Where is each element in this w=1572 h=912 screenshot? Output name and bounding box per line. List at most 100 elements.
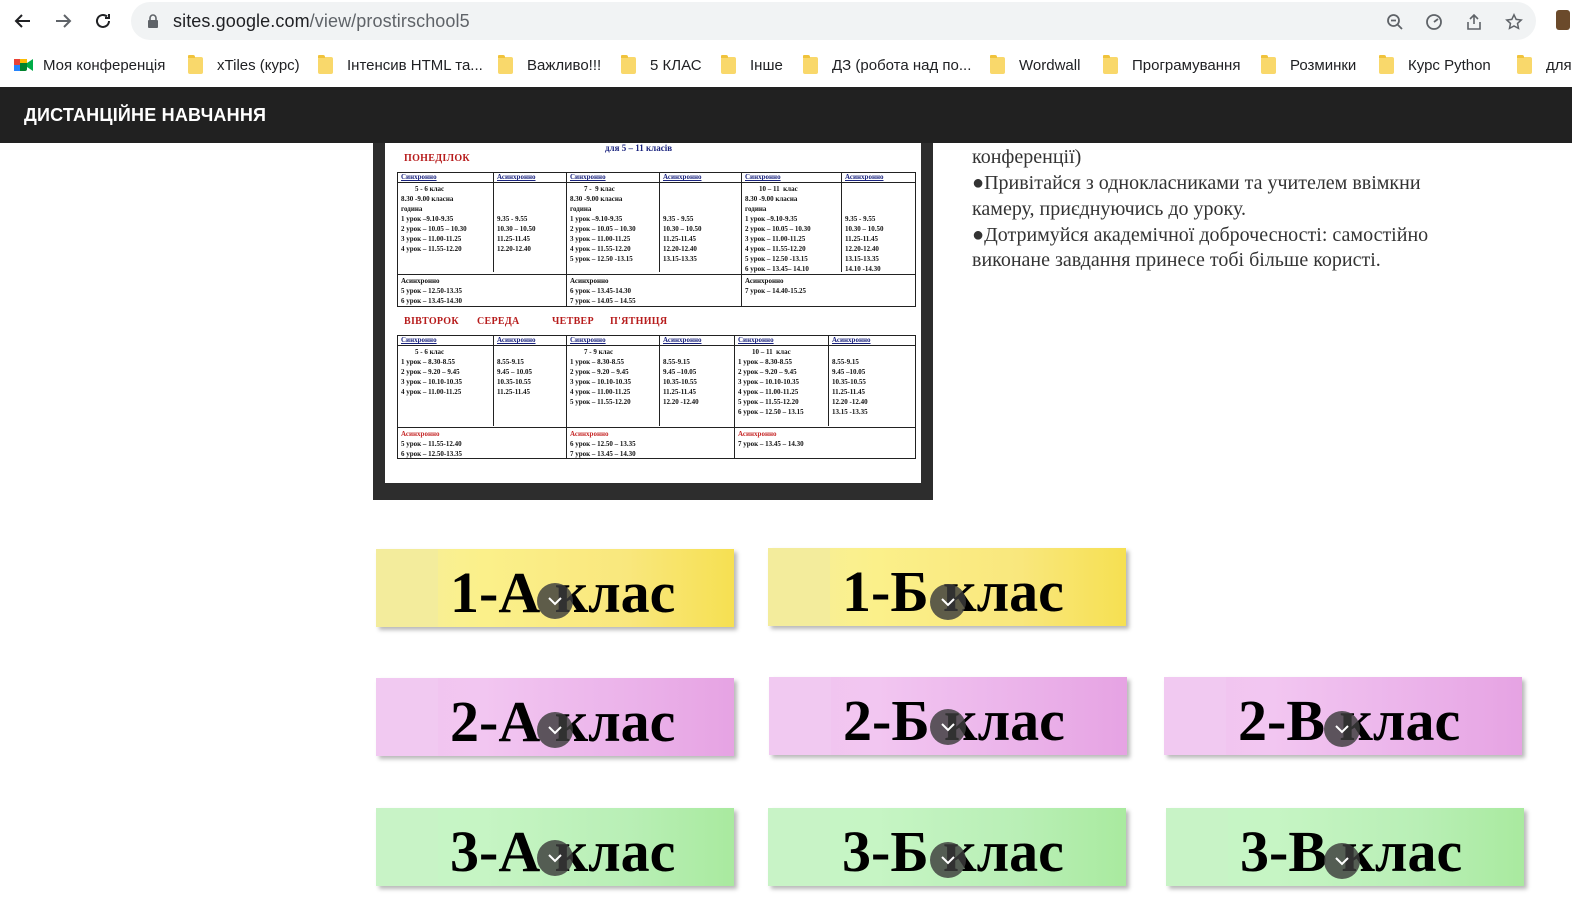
bookmark-folder[interactable]: Програмування: [1103, 54, 1240, 76]
thursday-heading: ЧЕТВЕР: [552, 316, 594, 327]
expand-button[interactable]: [1324, 843, 1360, 879]
bookmark-label: Wordwall: [1019, 56, 1081, 74]
url-host: sites.google.com: [173, 11, 310, 31]
bookmark-label: Інтенсив HTML та...: [347, 56, 483, 74]
intro-line: камеру, приєднуючись до уроку.: [972, 198, 1246, 220]
star-icon[interactable]: [1503, 11, 1525, 33]
folder-icon: [1517, 54, 1532, 74]
chevron-down-icon: [941, 598, 955, 607]
async-header: Асинхронно: [497, 173, 536, 181]
async-header: Асинхронно: [663, 336, 702, 344]
arrow-right-icon: [56, 14, 72, 28]
folder-icon: [803, 54, 818, 74]
tuesday-heading: ВІВТОРОК: [404, 316, 459, 327]
expand-button[interactable]: [1324, 711, 1360, 747]
chevron-down-icon: [548, 597, 562, 606]
forward-button[interactable]: [49, 7, 77, 35]
monday-heading: ПОНЕДІЛОК: [404, 153, 470, 164]
address-bar[interactable]: sites.google.com/view/prostirschool5: [131, 2, 1536, 40]
folder-icon: [621, 54, 636, 74]
folder-icon: [318, 54, 333, 74]
bookmark-folder[interactable]: Важливо!!!: [498, 54, 601, 76]
reload-icon: [96, 13, 110, 28]
schedule-cell: 8.55-9.15 9.45 – 10.05 10.35-10.55 11.25…: [497, 358, 532, 396]
expand-button[interactable]: [537, 840, 573, 876]
zoom-icon[interactable]: [1384, 11, 1406, 33]
bookmark-folder[interactable]: для: [1517, 54, 1572, 76]
url-text: sites.google.com/view/prostirschool5: [173, 11, 470, 32]
extension-icon[interactable]: [1556, 10, 1570, 30]
chevron-down-icon: [1335, 725, 1349, 734]
schedule-cell: 10 – 11 клас 8.30 -9.00 класна година 1 …: [745, 185, 811, 273]
expand-button[interactable]: [930, 709, 966, 745]
sync-header: Синхронно: [738, 336, 774, 344]
folder-icon: [990, 54, 1005, 74]
chevron-down-icon: [941, 723, 955, 732]
bookmark-label: Програмування: [1132, 56, 1241, 74]
url-path: /view/prostirschool5: [309, 11, 470, 31]
bookmark-label: Важливо!!!: [527, 56, 602, 74]
sync-header: Синхронно: [401, 336, 437, 344]
schedule-image: для 5 – 11 класів ПОНЕДІЛОК Синхронно Ас…: [373, 143, 933, 500]
sync-header: Синхронно: [401, 173, 437, 181]
folder-icon: [721, 54, 736, 74]
bookmark-label: xTiles (курс): [217, 56, 300, 74]
async-header: Асинхронно: [663, 173, 702, 181]
friday-heading: П'ЯТНИЦЯ: [610, 316, 668, 327]
expand-button[interactable]: [930, 842, 966, 878]
async-header: Асинхронно: [845, 173, 884, 181]
bookmark-folder[interactable]: xTiles (курс): [188, 54, 300, 76]
intro-line: виконане завдання принесе тобі більше ко…: [972, 249, 1381, 271]
intro-line: конференції): [972, 146, 1082, 168]
schedule-cell: 8.55-9.15 9.45 –10.05 10.35-10.55 11.25-…: [663, 358, 699, 406]
folder-icon: [188, 54, 203, 74]
bookmark-folder[interactable]: 5 КЛАС: [621, 54, 702, 76]
sync-header: Синхронно: [570, 173, 606, 181]
bookmark-label: Інше: [750, 56, 783, 74]
bookmark-label: ДЗ (робота над по...: [832, 56, 972, 74]
bookmark-folder[interactable]: Курс Python: [1379, 54, 1491, 76]
schedule-cell: 7 - 9 клас 8.30 -9.00 класна година 1 ур…: [570, 185, 636, 263]
bookmark-label: Розминки: [1290, 56, 1357, 74]
reload-button[interactable]: [89, 7, 117, 35]
back-button[interactable]: [9, 7, 37, 35]
bookmarks-bar: Моя конференція xTiles (курс) Інтенсив H…: [0, 42, 1572, 87]
bookmark-item[interactable]: Моя конференція: [14, 54, 165, 76]
bookmark-label: Курс Python: [1408, 56, 1491, 74]
arrow-left-icon: [14, 14, 30, 28]
folder-icon: [498, 54, 513, 74]
schedule-cell: 5 урок – 11.55-12.40 6 урок – 12.50-13.3…: [401, 440, 463, 458]
folder-icon: [1103, 54, 1118, 74]
chevron-down-icon: [1335, 857, 1349, 866]
bookmark-folder[interactable]: Розминки: [1261, 54, 1356, 76]
schedule-cell: 9.35 - 9.55 10.30 – 10.50 11.25-11.45 12…: [845, 215, 884, 273]
browser-toolbar: sites.google.com/view/prostirschool5: [0, 0, 1572, 42]
expand-button[interactable]: [930, 584, 966, 620]
chevron-down-icon: [941, 856, 955, 865]
schedule-cell: 5 - 6 клас 8.30 -9.00 класна година 1 ур…: [401, 185, 467, 253]
wednesday-heading: СЕРЕДА: [477, 316, 520, 327]
schedule-cell: 7 урок – 13.45 – 14.30: [738, 440, 804, 448]
schedule-cell: 8.55-9.15 9.45 –10.05 10.35-10.55 11.25-…: [832, 358, 868, 416]
sync-header: Синхронно: [570, 336, 606, 344]
expand-button[interactable]: [537, 583, 573, 619]
schedule-cell: Асинхронно 5 урок – 12.50-13.35 6 урок –…: [401, 277, 463, 305]
bookmark-label: для: [1546, 56, 1572, 74]
folder-icon: [1379, 54, 1394, 74]
bookmark-label: Моя конференція: [43, 56, 166, 74]
chevron-down-icon: [548, 726, 562, 735]
bookmark-folder[interactable]: Інше: [721, 54, 783, 76]
intro-line: ●Привітайся з однокласниками та учителем…: [972, 172, 1421, 194]
expand-button[interactable]: [537, 712, 573, 748]
share-icon[interactable]: [1463, 11, 1485, 33]
bookmark-folder[interactable]: Wordwall: [990, 54, 1080, 76]
bookmark-label: 5 КЛАС: [650, 56, 702, 74]
bookmark-folder[interactable]: Інтенсив HTML та...: [318, 54, 483, 76]
schedule-cell: Асинхронно 6 урок – 13.45-14.30 7 урок –…: [570, 277, 636, 305]
performance-icon[interactable]: [1423, 11, 1445, 33]
schedule-cell: 5 - 6 клас 1 урок – 8.30-8.55 2 урок – 9…: [401, 348, 463, 396]
intro-line: ●Дотримуйся академічної доброчесності: с…: [972, 224, 1429, 246]
chevron-down-icon: [548, 854, 562, 863]
bookmark-folder[interactable]: ДЗ (робота над по...: [803, 54, 971, 76]
site-title[interactable]: ДИСТАНЦІЙНЕ НАВЧАННЯ: [24, 105, 266, 126]
